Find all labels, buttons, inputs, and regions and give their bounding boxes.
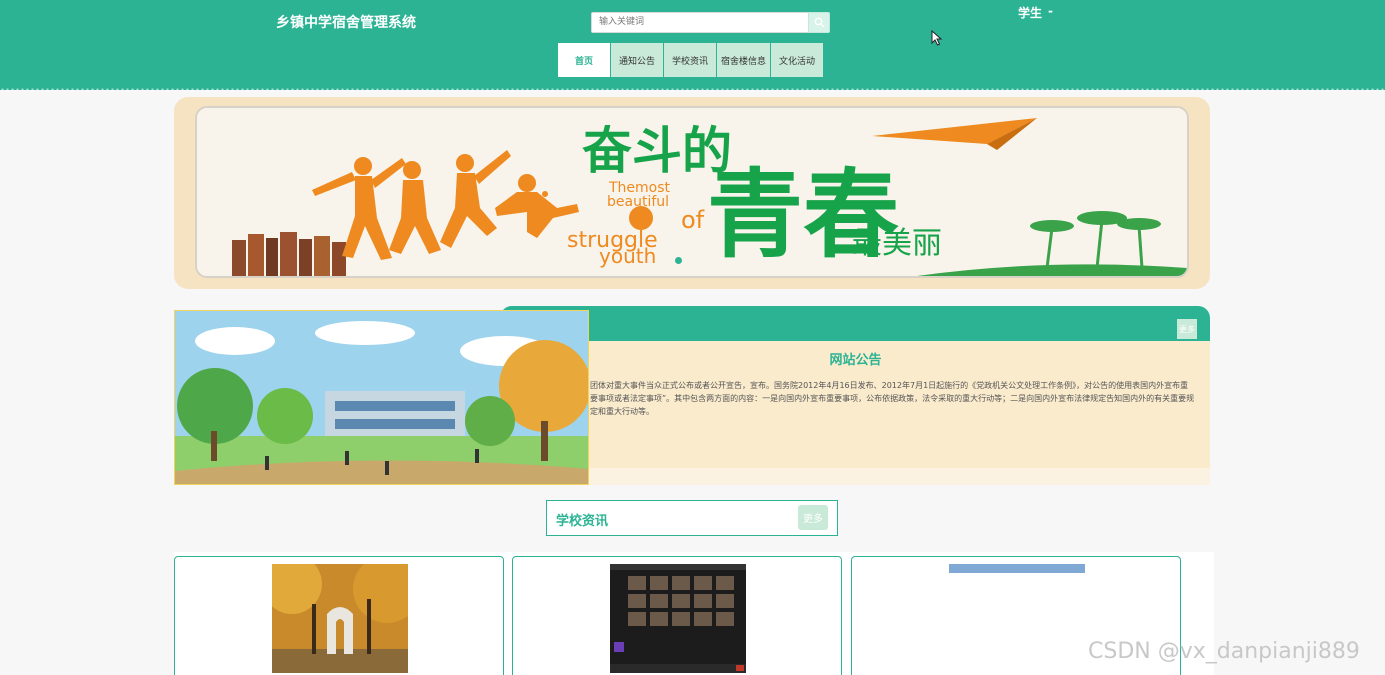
campus-illustration-image [174,310,589,485]
banner-english-line-5: youth [599,244,656,268]
nav-item-home[interactable]: 首页 [558,43,610,77]
watermark-text: CSDN @vx_danpianji889 [1088,639,1360,664]
news-card[interactable] [512,556,842,675]
chevron-down-icon: - [1048,4,1053,18]
user-menu[interactable]: 学生 - [1018,4,1053,21]
nav-item-dorm-info[interactable]: 宿舍楼信息 [717,43,770,77]
school-news-more-button[interactable]: 更多 [798,505,828,530]
news-thumbnail [610,564,746,673]
search-icon [814,17,824,28]
announcement-body-footer [589,468,1210,485]
mouse-pointer-icon [931,30,943,46]
announcement-header-bar [500,306,1210,341]
carousel-indicator-dot[interactable] [675,257,682,264]
news-thumbnail [272,564,408,673]
banner-headline-sub: 最美丽 [852,226,942,261]
search-input[interactable]: 输入关键词 [591,12,809,33]
search-button[interactable] [808,12,830,33]
banner-english-line-3: of [681,206,705,234]
banner-image: Themost beautiful of struggle youth 奋斗的 … [195,106,1189,278]
announcement-title: 网站公告 [829,353,882,368]
news-card[interactable] [174,556,504,675]
user-role-label: 学生 [1018,6,1043,20]
school-news-title: 学校资讯 [556,514,609,529]
nav-item-school-news[interactable]: 学校资讯 [664,43,716,77]
header-dotted-border [0,88,1385,91]
announcement-text: 团体对重大事件当众正式公布或者公开宣告，宣布。国务院2012年4月16日发布、2… [590,381,1195,416]
site-title: 乡镇中学宿舍管理系统 [276,15,416,31]
main-nav: 首页 通知公告 学校资讯 宿舍楼信息 文化活动 [558,43,823,77]
announcement-more-button[interactable]: 更多 [1177,319,1197,339]
news-thumbnail [949,564,1085,573]
nav-item-notices[interactable]: 通知公告 [611,43,663,77]
nav-item-culture[interactable]: 文化活动 [771,43,823,77]
